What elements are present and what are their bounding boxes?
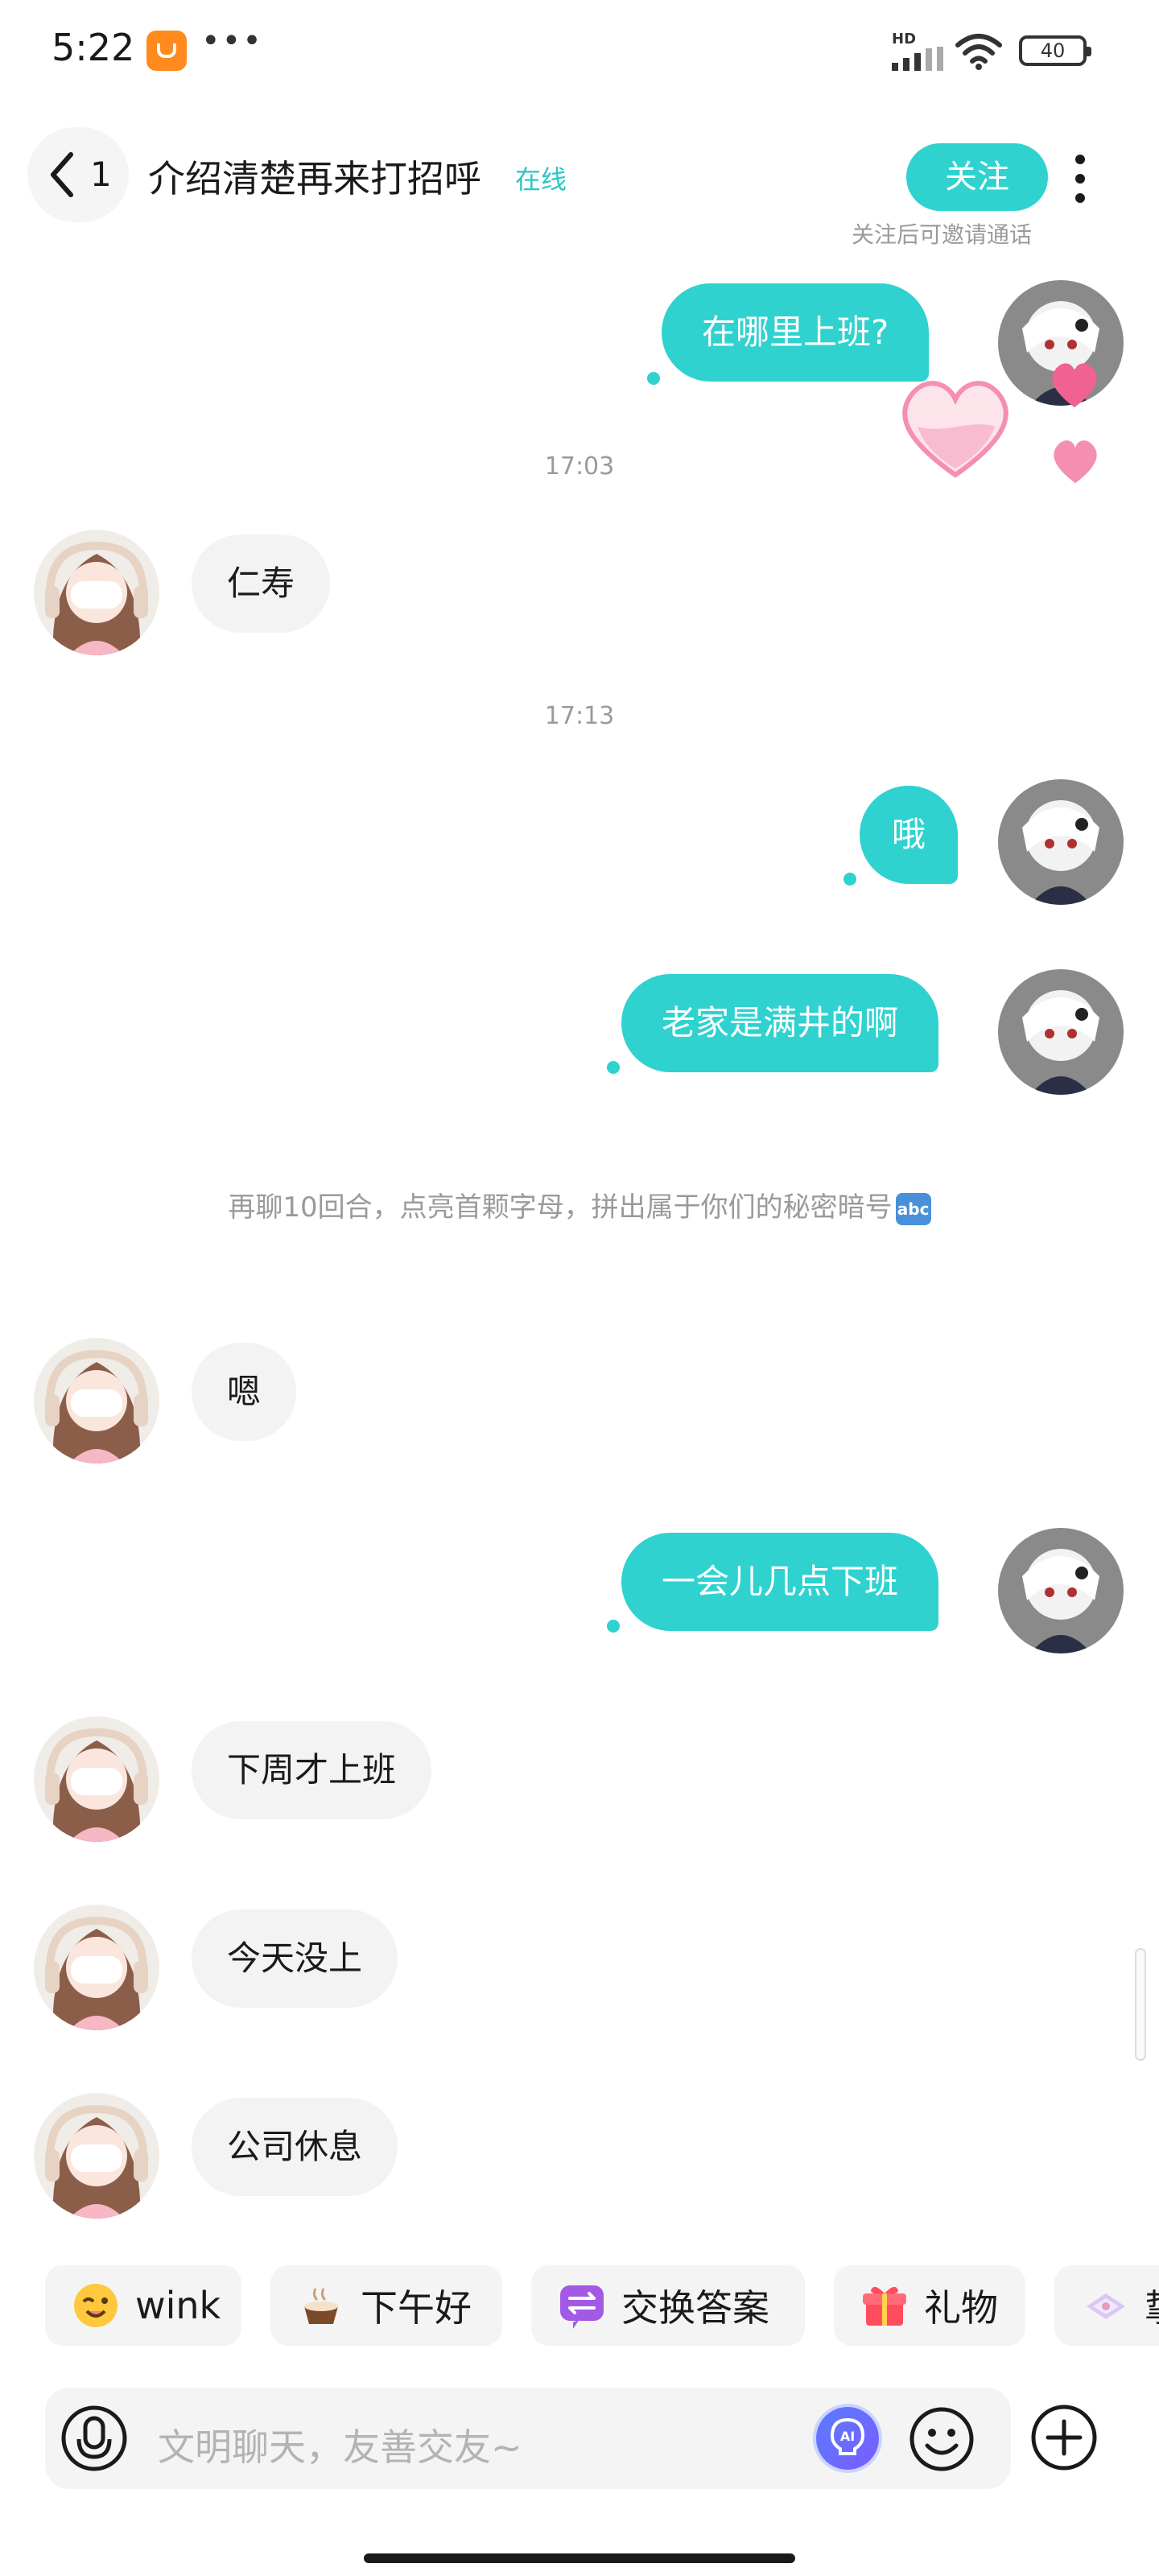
shopping-bag-icon bbox=[146, 31, 187, 71]
my-avatar[interactable] bbox=[998, 1528, 1124, 1653]
message-input[interactable]: 文明聊天，友善交友~ bbox=[158, 2418, 522, 2471]
ai-label: AI bbox=[840, 2429, 855, 2444]
quick-action-gift[interactable]: 礼物 bbox=[834, 2265, 1025, 2346]
quick-action-wink[interactable]: wink bbox=[45, 2265, 241, 2346]
card-icon bbox=[1087, 2293, 1125, 2319]
voice-icon[interactable] bbox=[60, 2404, 129, 2473]
signal-icon bbox=[892, 47, 943, 71]
message-bubble-in[interactable]: 今天没上 bbox=[192, 1909, 398, 2008]
quick-action-exchange[interactable]: 交换答案 bbox=[531, 2265, 805, 2346]
contact-avatar[interactable] bbox=[34, 1338, 159, 1463]
chevron-left-icon bbox=[51, 152, 73, 197]
hd-label: HD bbox=[892, 31, 917, 47]
message-bubble-in[interactable]: 公司休息 bbox=[192, 2098, 398, 2196]
quick-action-label: 礼物 bbox=[924, 2286, 998, 2330]
coffee-icon bbox=[304, 2288, 338, 2324]
battery-indicator: 40 bbox=[1019, 35, 1091, 66]
heart-icon bbox=[1052, 363, 1097, 407]
unread-count: 1 bbox=[90, 155, 112, 194]
emoji-icon[interactable] bbox=[908, 2405, 975, 2473]
quick-action-label: 下午好 bbox=[361, 2286, 472, 2330]
more-options-icon[interactable] bbox=[1074, 153, 1087, 204]
quick-action-more[interactable]: 挚 bbox=[1054, 2265, 1159, 2346]
message-bubble-out[interactable]: 哦 bbox=[860, 786, 959, 884]
home-indicator[interactable] bbox=[364, 2553, 795, 2563]
message-input-bar[interactable]: 文明聊天，友善交友~ AI bbox=[45, 2388, 1011, 2489]
bubble-tail-dot bbox=[607, 1620, 620, 1633]
quick-action-label: wink bbox=[135, 2284, 221, 2327]
abc-icon: abc bbox=[895, 1192, 931, 1225]
exchange-icon bbox=[560, 2285, 604, 2329]
gift-icon bbox=[863, 2286, 906, 2326]
back-button[interactable]: 1 bbox=[27, 127, 129, 222]
bubble-tail-dot bbox=[647, 372, 660, 385]
ai-bulb-icon: AI bbox=[830, 2417, 865, 2455]
message-bubble-out[interactable]: 老家是满井的啊 bbox=[621, 974, 939, 1072]
timestamp: 17:13 bbox=[544, 702, 615, 730]
my-avatar[interactable] bbox=[998, 779, 1124, 905]
scrollbar-thumb[interactable] bbox=[1135, 1948, 1146, 2061]
message-bubble-in[interactable]: 嗯 bbox=[192, 1343, 297, 1441]
status-time: 5:22 bbox=[52, 26, 135, 69]
message-bubble-in[interactable]: 仁寿 bbox=[192, 535, 331, 633]
contact-avatar[interactable] bbox=[34, 530, 159, 655]
system-tip: 再聊10回合，点亮首颗字母，拼出属于你们的秘密暗号 abc bbox=[0, 1185, 1159, 1225]
follow-button[interactable]: 关注 bbox=[906, 143, 1048, 211]
contact-avatar[interactable] bbox=[34, 2093, 159, 2219]
chat-title: 介绍清楚再来打招呼 bbox=[148, 157, 481, 200]
my-avatar[interactable] bbox=[998, 969, 1124, 1095]
ai-assistant-button[interactable]: AI bbox=[816, 2407, 879, 2470]
add-plus-icon[interactable] bbox=[1029, 2402, 1099, 2473]
online-status: 在线 bbox=[515, 164, 567, 195]
quick-action-afternoon[interactable]: 下午好 bbox=[270, 2265, 502, 2346]
message-bubble-in[interactable]: 下周才上班 bbox=[192, 1721, 432, 1819]
quick-action-label: 交换答案 bbox=[621, 2286, 769, 2330]
contact-avatar[interactable] bbox=[34, 1716, 159, 1842]
quick-action-label: 挚 bbox=[1145, 2279, 1159, 2332]
timestamp: 17:03 bbox=[544, 452, 615, 481]
system-tip-text: 再聊10回合，点亮首颗字母，拼出属于你们的秘密暗号 bbox=[228, 1191, 893, 1224]
bubble-tail-dot bbox=[607, 1061, 620, 1074]
wink-emoji-icon bbox=[74, 2284, 118, 2327]
bubble-tail-dot bbox=[843, 873, 856, 886]
more-notifications-icon: ••• bbox=[201, 23, 263, 60]
message-bubble-out[interactable]: 一会儿几点下班 bbox=[621, 1533, 939, 1631]
message-bubble-out[interactable]: 在哪里上班? bbox=[662, 283, 930, 382]
contact-avatar[interactable] bbox=[34, 1905, 159, 2030]
wifi-icon bbox=[955, 34, 1002, 70]
follow-hint: 关注后可邀请通话 bbox=[852, 221, 1033, 248]
